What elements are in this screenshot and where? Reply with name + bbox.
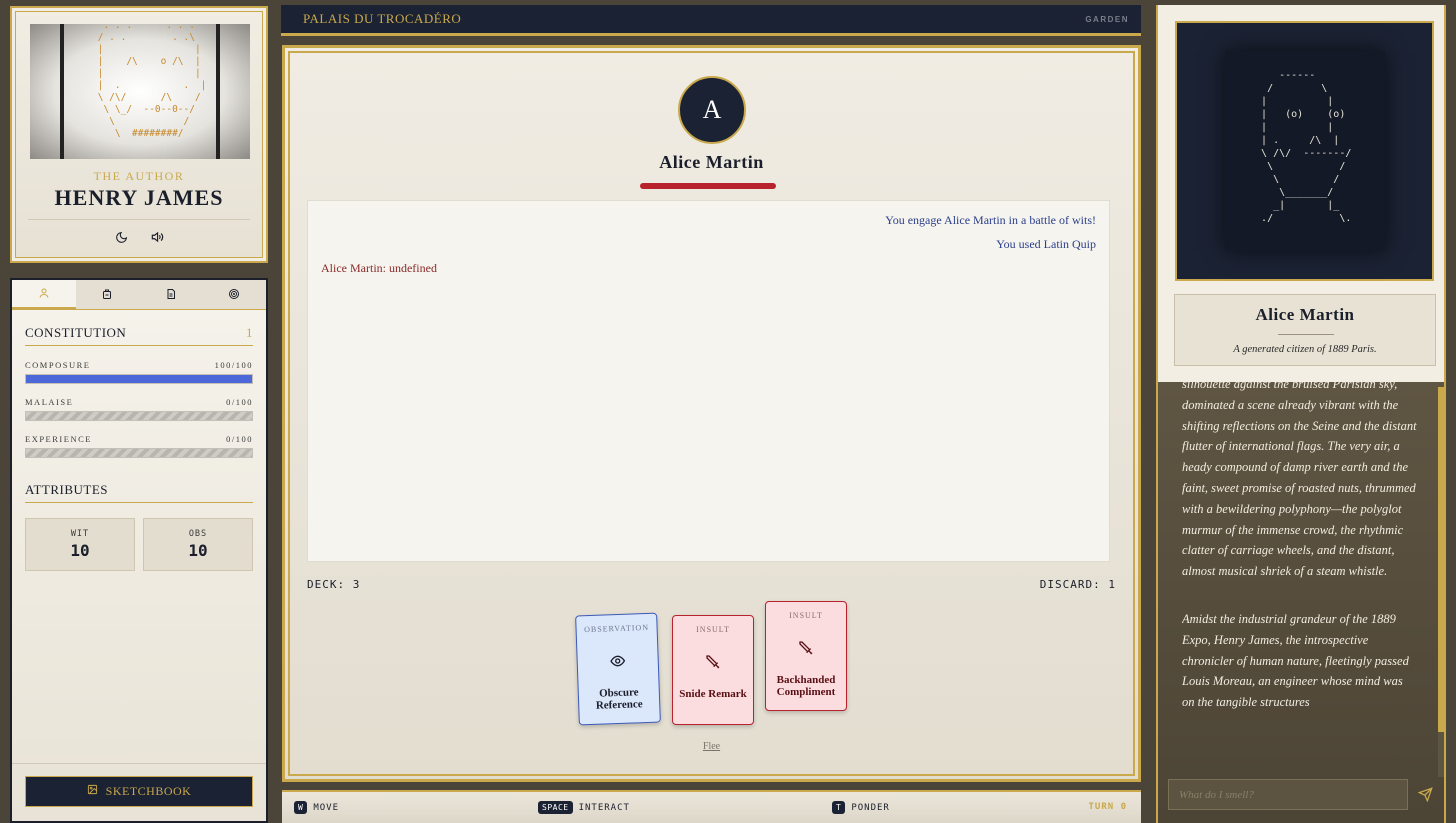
- key-badge: T: [832, 801, 846, 814]
- stat-value: 0/100: [226, 397, 253, 407]
- stat-label: MALAISE: [25, 397, 74, 407]
- location-sub: GARDEN: [1085, 14, 1129, 24]
- divider: [1278, 334, 1334, 335]
- log-entry: You used Latin Quip: [996, 237, 1096, 251]
- author-portrait: . . . . . . / . . . .\ | | | /\ o /\ | |…: [30, 24, 250, 159]
- author-name: HENRY JAMES: [54, 185, 224, 210]
- tab-notes[interactable]: [139, 280, 203, 309]
- attribute-value: 10: [70, 541, 90, 560]
- constitution-header: CONSTITUTION 1: [25, 325, 253, 346]
- key-badge: W: [294, 801, 308, 814]
- attribute-label: WIT: [70, 529, 90, 539]
- flee-link[interactable]: Flee: [285, 741, 1138, 752]
- character-tabs: [12, 280, 266, 310]
- control-move[interactable]: W MOVE: [294, 801, 339, 814]
- opponent-name: Alice Martin: [659, 152, 764, 172]
- deck-count: DECK: 3: [307, 578, 361, 591]
- sword-icon: [705, 654, 721, 674]
- encounter-stage: A Alice Martin You engage Alice Martin i…: [282, 45, 1141, 782]
- narration-panel: ------ / \ | | | (o) (o) | | | . /\ | \ …: [1156, 5, 1446, 823]
- backpack-icon: [101, 285, 113, 304]
- stat-label: COMPOSURE: [25, 360, 91, 370]
- narration-paragraph: silhouette against the bruised Parisian …: [1182, 382, 1417, 579]
- attributes-header: ATTRIBUTES: [25, 482, 253, 503]
- author-role: THE AUTHOR: [93, 169, 185, 183]
- ponder-input[interactable]: [1169, 780, 1407, 809]
- card-obscure-reference[interactable]: OBSERVATION Obscure Reference: [575, 612, 661, 726]
- npc-name: Alice Martin: [1255, 305, 1355, 324]
- npc-portrait: ------ / \ | | | (o) (o) | | | . /\ | \ …: [1175, 21, 1434, 281]
- log-entry: Alice Martin: undefined: [321, 261, 437, 275]
- sword-icon: [798, 640, 814, 660]
- composure-bar: [25, 374, 253, 384]
- ponder-input-wrapper: [1168, 779, 1408, 810]
- stat-value: 100/100: [214, 360, 253, 370]
- stat-malaise: MALAISE 0/100: [25, 397, 253, 421]
- user-icon: [38, 284, 50, 303]
- experience-bar: [25, 448, 253, 458]
- tab-profile[interactable]: [12, 280, 76, 309]
- card-type: INSULT: [789, 611, 823, 620]
- image-icon: [87, 784, 98, 799]
- scrollbar-thumb[interactable]: [1438, 387, 1444, 732]
- location-name: PALAIS DU TROCADÉRO: [303, 11, 462, 26]
- document-icon: [165, 285, 177, 304]
- attribute-label: OBS: [188, 529, 208, 539]
- battle-log: You engage Alice Martin in a battle of w…: [307, 200, 1110, 562]
- sketchbook-label: SKETCHBOOK: [105, 784, 192, 798]
- sketchbook-button[interactable]: SKETCHBOOK: [25, 776, 253, 807]
- target-icon: [228, 285, 240, 304]
- npc-subtitle: A generated citizen of 1889 Paris.: [1233, 344, 1377, 355]
- control-label: INTERACT: [578, 802, 630, 813]
- stat-composure: COMPOSURE 100/100: [25, 360, 253, 384]
- attribute-wit: WIT 10: [25, 518, 135, 571]
- card-name: Backhanded Compliment: [776, 674, 836, 698]
- character-panel: CONSTITUTION 1 COMPOSURE 100/100 MALAISE…: [10, 278, 268, 823]
- send-icon[interactable]: [1417, 787, 1434, 803]
- eye-icon: [609, 653, 626, 674]
- tab-goals[interactable]: [202, 280, 266, 309]
- divider: [28, 219, 250, 220]
- narration-text: silhouette against the bruised Parisian …: [1182, 382, 1418, 764]
- log-entry: You engage Alice Martin in a battle of w…: [885, 213, 1096, 227]
- opponent-avatar: A: [678, 76, 746, 144]
- location-bar: PALAIS DU TROCADÉRO GARDEN: [281, 5, 1141, 36]
- control-label: PONDER: [851, 802, 890, 813]
- moon-icon[interactable]: [114, 230, 128, 244]
- narration-paragraph: Amidst the industrial grandeur of the 18…: [1182, 611, 1409, 710]
- npc-panel: ------ / \ | | | (o) (o) | | | . /\ | \ …: [1158, 5, 1444, 382]
- npc-card: Alice Martin A generated citizen of 1889…: [1174, 294, 1436, 366]
- turn-counter: TURN 0: [1088, 802, 1127, 812]
- malaise-bar: [25, 411, 253, 421]
- author-profile-card: . . . . . . / . . . .\ | | | /\ o /\ | |…: [10, 6, 268, 263]
- constitution-level: 1: [246, 325, 253, 340]
- stat-value: 0/100: [226, 434, 253, 444]
- tab-inventory[interactable]: [75, 280, 139, 309]
- card-name: Obscure Reference: [595, 686, 643, 712]
- attributes-title: ATTRIBUTES: [25, 482, 108, 497]
- stat-label: EXPERIENCE: [25, 434, 92, 444]
- control-ponder[interactable]: T PONDER: [832, 801, 890, 814]
- attribute-obs: OBS 10: [143, 518, 253, 571]
- card-name: Snide Remark: [679, 688, 747, 700]
- constitution-title: CONSTITUTION: [25, 325, 127, 340]
- card-type: INSULT: [696, 625, 730, 634]
- control-label: MOVE: [313, 802, 340, 813]
- controls-bar: W MOVE SPACE INTERACT T PONDER TURN 0: [282, 790, 1141, 823]
- stat-experience: EXPERIENCE 0/100: [25, 434, 253, 458]
- card-type: OBSERVATION: [583, 622, 650, 635]
- card-backhanded-compliment[interactable]: INSULT Backhanded Compliment: [765, 601, 847, 711]
- attribute-value: 10: [188, 541, 208, 560]
- discard-count: DISCARD: 1: [1039, 578, 1116, 591]
- key-badge: SPACE: [538, 801, 573, 814]
- card-snide-remark[interactable]: INSULT Snide Remark: [672, 615, 754, 725]
- opponent-hp-bar: [640, 183, 776, 189]
- volume-icon[interactable]: [150, 230, 164, 244]
- control-interact[interactable]: SPACE INTERACT: [538, 801, 630, 814]
